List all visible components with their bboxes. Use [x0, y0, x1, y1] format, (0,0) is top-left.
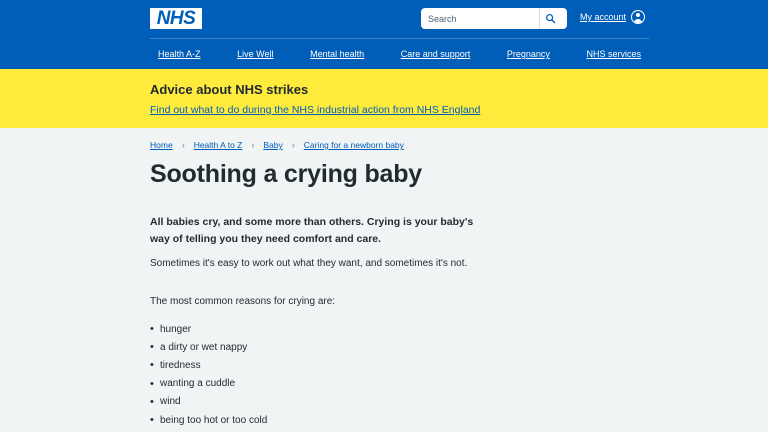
nav-care-and-support[interactable]: Care and support — [393, 49, 479, 59]
search-box — [421, 8, 567, 29]
nav-divider — [150, 38, 649, 39]
list-item: hunger — [150, 320, 267, 338]
breadcrumb-caring-for-newborn[interactable]: Caring for a newborn baby — [304, 140, 404, 150]
search-button[interactable] — [539, 8, 561, 29]
chevron-right-icon: › — [291, 140, 295, 150]
search-icon — [545, 13, 556, 24]
list-item: tiredness — [150, 356, 267, 374]
list-item: wind — [150, 393, 267, 411]
lede-paragraph: All babies cry, and some more than other… — [150, 216, 474, 245]
breadcrumb: Home › Health A to Z › Baby › Caring for… — [150, 140, 404, 150]
list-item: a dirty or wet nappy — [150, 338, 267, 356]
list-item: being too hot or too cold — [150, 411, 267, 429]
site-header: NHS My account Health A-Z Live Well Ment… — [0, 0, 768, 69]
list-item: wanting a cuddle — [150, 375, 267, 393]
primary-nav: Health A-Z Live Well Mental health Care … — [150, 49, 649, 59]
strike-banner: Advice about NHS strikes Find out what t… — [0, 69, 768, 128]
my-account-link[interactable]: My account — [580, 10, 646, 24]
nav-pregnancy[interactable]: Pregnancy — [499, 49, 558, 59]
banner-heading: Advice about NHS strikes — [150, 82, 309, 97]
breadcrumb-home[interactable]: Home — [150, 140, 173, 150]
search-input[interactable] — [421, 9, 539, 28]
nav-live-well[interactable]: Live Well — [229, 49, 281, 59]
nav-health-a-z[interactable]: Health A-Z — [150, 49, 209, 59]
body-paragraph: The most common reasons for crying are: — [150, 296, 336, 307]
nhs-logo[interactable]: NHS — [150, 8, 202, 29]
account-icon — [631, 10, 646, 24]
my-account-label: My account — [580, 12, 627, 22]
body-paragraph: Sometimes it's easy to work out what the… — [150, 258, 468, 269]
page-title: Soothing a crying baby — [150, 160, 423, 188]
breadcrumb-health-a-to-z[interactable]: Health A to Z — [194, 140, 243, 150]
nav-nhs-services[interactable]: NHS services — [578, 49, 649, 59]
chevron-right-icon: › — [251, 140, 255, 150]
banner-link[interactable]: Find out what to do during the NHS indus… — [150, 104, 480, 116]
reasons-list: hunger a dirty or wet nappy tiredness wa… — [150, 320, 267, 429]
chevron-right-icon: › — [181, 140, 185, 150]
nav-mental-health[interactable]: Mental health — [302, 49, 372, 59]
breadcrumb-baby[interactable]: Baby — [263, 140, 282, 150]
